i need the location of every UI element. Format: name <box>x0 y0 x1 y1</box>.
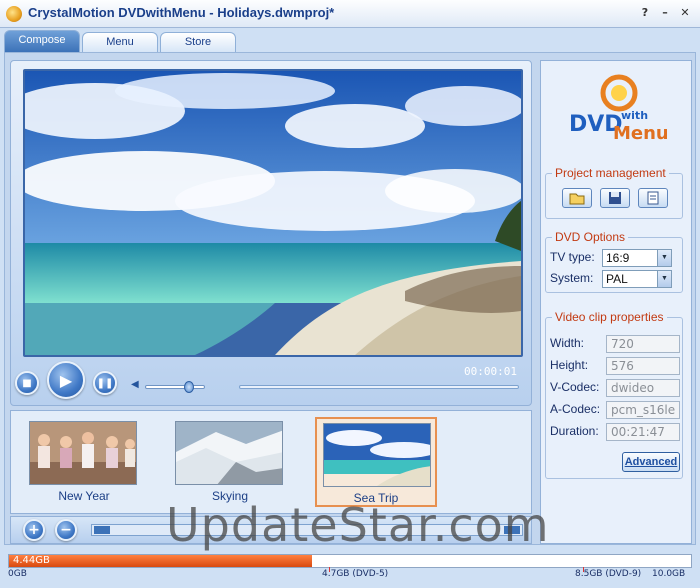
player-controls: ■ ▶ ❚❚ ◀ 00:00:01 <box>15 361 527 401</box>
close-button[interactable]: ✕ <box>678 6 692 20</box>
group-title: Project management <box>552 166 669 180</box>
video-clip-properties-group: Video clip properties Width: 720 Height:… <box>545 310 683 479</box>
help-button[interactable]: ? <box>638 6 652 20</box>
save-disk-icon <box>609 192 621 204</box>
duration-field: 00:21:47 <box>606 423 680 441</box>
stop-button[interactable]: ■ <box>15 371 39 395</box>
remove-clip-button[interactable]: − <box>55 519 77 541</box>
title-bar: CrystalMotion DVDwithMenu - Holidays.dwm… <box>0 0 700 28</box>
width-field: 720 <box>606 335 680 353</box>
clip-thumb-new-year[interactable]: New Year <box>23 417 145 507</box>
volume-slider-handle[interactable] <box>183 381 194 393</box>
properties-icon <box>647 191 659 205</box>
clip-image-new-year <box>29 421 137 485</box>
clip-image-sea-trip <box>323 423 431 487</box>
tab-menu[interactable]: Menu <box>82 32 158 52</box>
group-title: Video clip properties <box>552 310 667 324</box>
height-field: 576 <box>606 357 680 375</box>
clip-image-skying <box>175 421 283 485</box>
system-value: PAL <box>606 272 628 286</box>
tv-type-select[interactable]: 16:9 ▼ <box>602 249 672 267</box>
project-properties-button[interactable] <box>638 188 668 208</box>
group-title: DVD Options <box>552 230 629 244</box>
capacity-fill <box>9 555 312 567</box>
capacity-mark: 4.7GB (DVD-5) <box>322 569 389 579</box>
system-select[interactable]: PAL ▼ <box>602 270 672 288</box>
tab-compose[interactable]: Compose <box>4 30 80 52</box>
system-label: System: <box>550 271 594 285</box>
capacity-track: 4.44GB <box>8 554 692 568</box>
capacity-mark: 8.5GB (DVD-9) <box>575 569 642 579</box>
capacity-mark: 10.0GB <box>652 569 686 579</box>
acodec-label: A-Codec: <box>550 402 601 416</box>
scroll-left-arrow-icon[interactable] <box>94 526 110 534</box>
clip-thumb-skying[interactable]: Skying <box>169 417 291 507</box>
open-folder-icon <box>569 193 585 205</box>
play-icon: ▶ <box>59 370 73 390</box>
volume-slider[interactable] <box>145 381 205 393</box>
seek-bar[interactable] <box>239 385 519 389</box>
save-project-button[interactable] <box>600 188 630 208</box>
side-panel: DVD with Menu Project management DVD Opt… <box>540 60 692 544</box>
open-project-button[interactable] <box>562 188 592 208</box>
capacity-used-label: 4.44GB <box>13 555 50 566</box>
clip-thumb-sea-trip[interactable]: Sea Trip <box>315 417 437 507</box>
timecode: 00:00:01 <box>464 365 517 378</box>
video-panel: ■ ▶ ❚❚ ◀ 00:00:01 <box>10 60 532 406</box>
clip-label: New Year <box>58 489 110 503</box>
dvdwithmenu-logo: DVD with Menu <box>567 69 669 145</box>
add-clip-button[interactable]: + <box>23 519 45 541</box>
svg-text:with: with <box>621 109 648 122</box>
tab-store[interactable]: Store <box>160 32 236 52</box>
vcodec-label: V-Codec: <box>550 380 600 394</box>
pause-button[interactable]: ❚❚ <box>93 371 117 395</box>
plus-icon: + <box>28 522 40 538</box>
height-label: Height: <box>550 358 589 372</box>
width-label: Width: <box>550 336 585 350</box>
video-preview[interactable] <box>25 71 521 355</box>
minimize-button[interactable]: – <box>658 6 672 20</box>
pause-icon: ❚❚ <box>96 377 114 389</box>
minus-icon: − <box>60 522 72 538</box>
disc-capacity-bar: 4.44GB 0GB 4.7GB (DVD-5) 8.5GB (DVD-9) 1… <box>0 548 700 588</box>
video-frame <box>23 69 523 357</box>
watermark: UpdateStar.com <box>166 498 550 552</box>
capacity-mark: 0GB <box>8 569 27 579</box>
advanced-button[interactable]: Advanced <box>622 452 680 472</box>
app-icon <box>6 6 22 22</box>
chevron-down-icon[interactable]: ▼ <box>657 271 671 287</box>
project-management-group: Project management <box>545 166 683 219</box>
speaker-icon: ◀ <box>131 379 139 390</box>
duration-label: Duration: <box>550 424 599 438</box>
svg-text:Menu: Menu <box>613 123 667 144</box>
play-button[interactable]: ▶ <box>47 361 85 399</box>
tv-type-value: 16:9 <box>606 251 630 265</box>
vcodec-field: dwideo <box>606 379 680 397</box>
tab-strip: Compose Menu Store <box>0 28 700 52</box>
dvd-options-group: DVD Options TV type: 16:9 ▼ System: PAL … <box>545 230 683 293</box>
acodec-field: pcm_s16le <box>606 401 680 419</box>
stop-icon: ■ <box>22 377 32 389</box>
chevron-down-icon[interactable]: ▼ <box>657 250 671 266</box>
tv-type-label: TV type: <box>550 250 595 264</box>
window-title: CrystalMotion DVDwithMenu - Holidays.dwm… <box>28 5 335 20</box>
